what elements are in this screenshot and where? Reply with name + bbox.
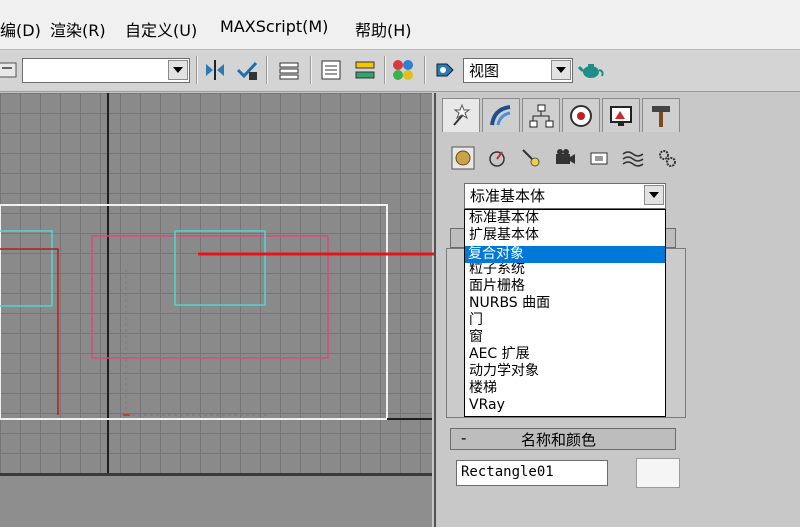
layer-icon[interactable] — [276, 57, 302, 83]
dropdown-option[interactable]: 扩展基本体 — [469, 227, 539, 244]
rollout-title: 名称和颜色 — [521, 431, 597, 449]
object-color-swatch[interactable] — [636, 458, 680, 488]
tab-create[interactable] — [442, 98, 480, 132]
menu-maxscript[interactable]: MAXScript(M) — [220, 17, 328, 36]
chevron-down-icon[interactable] — [644, 185, 664, 205]
shape-cyan-center — [174, 230, 266, 306]
material-editor-icon[interactable] — [390, 57, 416, 83]
dropdown-option[interactable]: 楼梯 — [469, 380, 497, 397]
dropdown-option[interactable]: 标准基本体 — [469, 210, 539, 227]
tab-motion[interactable] — [562, 98, 600, 132]
mirror-icon[interactable] — [202, 57, 228, 83]
shapes-icon[interactable] — [484, 146, 510, 170]
abc-icon[interactable] — [0, 57, 20, 83]
rollout-collapse-toggle: - — [461, 429, 467, 447]
menu-render[interactable]: 渲染(R) — [50, 17, 106, 41]
shape-red-left — [0, 248, 59, 415]
shape-cyan-left — [0, 230, 53, 307]
named-selection-combo[interactable] — [22, 58, 190, 83]
view-combo-value: 视图 — [469, 62, 500, 80]
menu-edit[interactable]: 编(D) — [0, 17, 41, 41]
viewport[interactable] — [0, 93, 432, 473]
dropdown-option[interactable]: NURBS 曲面 — [469, 295, 550, 312]
dropdown-option-selected[interactable]: 复合对象 — [465, 246, 665, 263]
selected-option-label: 复合对象 — [468, 246, 524, 262]
toolbar-separator — [196, 56, 198, 84]
dropdown-option[interactable]: 粒子系统 — [469, 261, 525, 278]
dropdown-option[interactable]: 面片栅格 — [469, 278, 525, 295]
align-icon[interactable] — [234, 57, 260, 83]
chevron-down-icon[interactable] — [168, 60, 188, 80]
render-teapot-icon[interactable] — [578, 57, 604, 83]
menu-bar: 编(D) 渲染(R) 自定义(U) MAXScript(M) 帮助(H) — [0, 0, 800, 50]
toolbar-separator — [424, 56, 426, 84]
tab-modify[interactable] — [482, 98, 520, 132]
toolbar-separator — [384, 56, 386, 84]
name-color-rollout-bar[interactable]: - 名称和颜色 — [450, 428, 676, 450]
tab-display[interactable] — [602, 98, 640, 132]
toolbar-separator — [310, 56, 312, 84]
dropdown-option[interactable]: 动力学对象 — [469, 363, 539, 380]
category-dropdown-list: 标准基本体 扩展基本体 粒子系统 面片栅格 NURBS 曲面 门 窗 AEC 扩… — [464, 209, 666, 417]
category-value: 标准基本体 — [470, 187, 546, 205]
object-name-value: Rectangle01 — [461, 464, 554, 480]
shape-pink — [91, 235, 329, 359]
space-warps-icon[interactable] — [620, 146, 646, 170]
toolbar-separator — [266, 56, 268, 84]
dropdown-option[interactable]: VRay — [469, 397, 505, 414]
view-combo[interactable]: 视图 — [463, 58, 573, 83]
helpers-icon[interactable] — [586, 146, 612, 170]
object-name-input[interactable]: Rectangle01 — [456, 460, 608, 486]
category-combo[interactable]: 标准基本体 — [464, 183, 666, 209]
lights-icon[interactable] — [518, 146, 544, 170]
curve-editor-icon[interactable] — [318, 57, 344, 83]
dropdown-option[interactable]: 门 — [469, 312, 483, 329]
schematic-icon[interactable] — [352, 57, 378, 83]
render-setup-icon[interactable] — [432, 57, 458, 83]
cameras-icon[interactable] — [552, 146, 578, 170]
dropdown-option[interactable]: 窗 — [469, 329, 483, 346]
geometry-icon[interactable] — [450, 146, 476, 170]
tab-utilities[interactable] — [642, 98, 680, 132]
chevron-down-icon[interactable] — [551, 60, 571, 80]
systems-icon[interactable] — [654, 146, 680, 170]
tab-hierarchy[interactable] — [522, 98, 560, 132]
dropdown-option[interactable]: AEC 扩展 — [469, 346, 530, 363]
menu-help[interactable]: 帮助(H) — [355, 17, 412, 41]
viewport-lower-area — [0, 473, 432, 527]
menu-customize[interactable]: 自定义(U) — [125, 17, 197, 41]
